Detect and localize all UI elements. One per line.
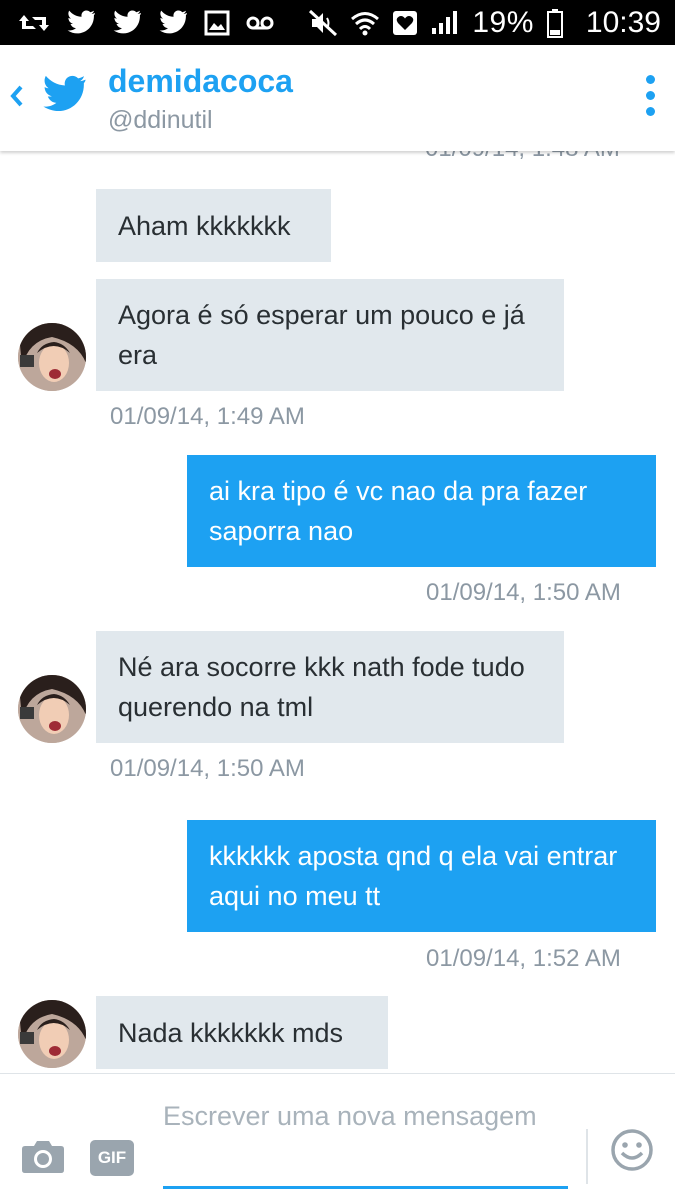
retweet-icon [19,15,49,31]
incoming-message[interactable]: Aham kkkkkkk [96,189,331,262]
status-bar-notifications [18,6,274,40]
twitter-logo-icon[interactable] [40,75,88,115]
message-timestamp: 01/09/14, 1:50 AM [110,755,305,782]
message-composer: GIF Escrever uma nova mensagem [0,1073,675,1201]
contact-avatar[interactable] [18,675,86,743]
twitter-icon [113,10,141,34]
emoji-icon[interactable] [610,1128,654,1172]
twitter-icon [159,10,187,34]
message-timestamp: 01/09/14, 1:50 AM [426,579,621,606]
message-timestamp: 01/09/14, 1:52 AM [426,945,621,972]
contact-avatar[interactable] [18,1000,86,1068]
battery-percent: 19% [472,6,534,39]
clock: 10:39 [585,6,661,39]
incoming-message[interactable]: Nada kkkkkkk mds [96,996,388,1069]
divider [586,1129,588,1184]
signal-icon [432,11,458,34]
voicemail-icon [246,16,274,30]
avatar-photo [18,323,86,391]
incoming-message[interactable]: Né ara socorre kkk nath fode tudo queren… [96,631,564,743]
twitter-icon [67,10,95,34]
status-bar: 19% 10:39 [0,0,675,45]
mute-icon [309,9,338,37]
wifi-icon [351,12,380,36]
incoming-message[interactable]: Agora é só esperar um pouco e já era [96,279,564,391]
outgoing-message[interactable]: ai kra tipo é vc nao da pra fazer saporr… [187,455,656,567]
overflow-menu-icon[interactable] [643,75,657,121]
camera-icon[interactable] [21,1138,65,1174]
image-icon [204,10,230,36]
contact-handle: @ddinutil [108,106,213,134]
conversation-header: demidacoca @ddinutil [0,45,675,151]
message-list[interactable]: 01/09/14, 1:48 AM Aham kkkkkkk Agora é s… [0,151,675,1073]
message-input[interactable]: Escrever uma nova mensagem [163,1096,568,1136]
avatar-photo [18,675,86,743]
input-underline [163,1186,568,1189]
gif-button[interactable]: GIF [90,1140,134,1176]
message-timestamp: 01/09/14, 1:48 AM [425,151,620,163]
battery-icon [546,9,563,38]
heart-icon [393,11,418,35]
message-timestamp: 01/09/14, 1:49 AM [110,403,305,430]
status-bar-system: 19% 10:39 [308,6,661,40]
back-chevron-icon[interactable] [8,81,26,111]
avatar-photo [18,1000,86,1068]
contact-name[interactable]: demidacoca [108,63,293,100]
contact-avatar[interactable] [18,323,86,391]
outgoing-message[interactable]: kkkkkk aposta qnd q ela vai entrar aqui … [187,820,656,932]
